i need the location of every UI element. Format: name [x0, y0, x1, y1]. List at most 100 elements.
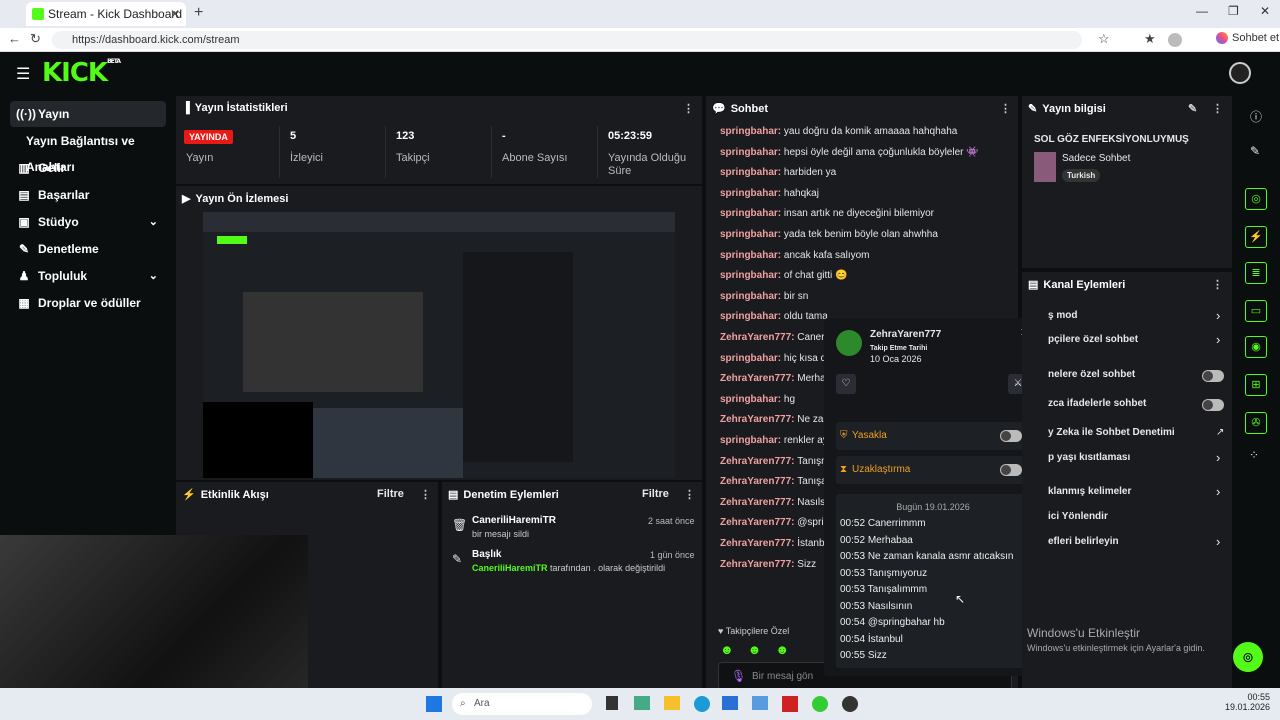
chat-username[interactable]: springbahar	[720, 311, 778, 322]
edit-icon[interactable]: ✎	[1188, 102, 1197, 115]
rail-more-icon[interactable]: ⁘	[1249, 448, 1259, 462]
url-field[interactable]: https://dashboard.kick.com/stream	[52, 31, 1082, 49]
chat-username[interactable]: springbahar	[720, 167, 778, 178]
taskbar-search[interactable]: ⌕ Ara	[452, 693, 592, 715]
chat-username[interactable]: springbahar	[720, 208, 778, 219]
chat-username[interactable]: springbahar	[720, 394, 778, 405]
ban-toggle[interactable]	[1000, 430, 1022, 442]
chat-username[interactable]: springbahar	[720, 291, 778, 302]
channel-action-row[interactable]: ş mod ›	[1048, 308, 1228, 326]
kick-app-icon[interactable]	[812, 696, 828, 712]
emote-bar[interactable]: ☻☻☻	[720, 642, 803, 657]
sidebar-item-drops[interactable]: ▦ Droplar ve ödüller	[10, 290, 166, 316]
maximize-icon[interactable]: ❐	[1228, 4, 1239, 18]
kick-logo[interactable]: KICKBETA	[42, 58, 121, 88]
channel-action-row[interactable]: zca ifadelerle sohbet	[1048, 396, 1228, 414]
channel-action-row[interactable]: efleri belirleyin ›	[1048, 534, 1228, 552]
menu-icon[interactable]: ☰	[16, 64, 30, 84]
rail-store-icon[interactable]: ⊞	[1245, 374, 1267, 396]
microphone-icon[interactable]: 🎙	[731, 669, 746, 683]
user-avatar[interactable]	[1229, 62, 1251, 84]
channel-action-row[interactable]: nelere özel sohbet	[1048, 367, 1228, 385]
channel-action-row[interactable]: klanmış kelimeler ›	[1048, 484, 1228, 502]
sidebar-item-studio[interactable]: ▣ Stüdyo ⌄	[10, 209, 166, 235]
sidebar-item-achievements[interactable]: ▤ Başarılar	[10, 182, 166, 208]
channel-action-row[interactable]: y Zeka ile Sohbet Denetimi ↗	[1048, 425, 1228, 443]
rail-chat-icon[interactable]: ▭	[1245, 300, 1267, 322]
chat-username[interactable]: springbahar	[720, 188, 778, 199]
sidebar-item-revenue[interactable]: ▥ Gelir	[10, 155, 166, 181]
rail-wrench-icon[interactable]: ✇	[1245, 412, 1267, 434]
more-icon[interactable]: ⋮	[420, 488, 431, 501]
chat-username[interactable]: springbahar	[720, 229, 778, 240]
channel-action-row[interactable]: ici Yönlendir	[1048, 509, 1228, 527]
ban-row[interactable]: ⛨ Yasakla	[836, 422, 1030, 450]
chat-username[interactable]: springbahar	[720, 435, 778, 446]
mod-filter-button[interactable]: Filtre	[642, 488, 669, 500]
rail-screen-icon[interactable]: ◎	[1245, 188, 1267, 210]
activity-filter-button[interactable]: Filtre	[377, 488, 404, 500]
chat-username[interactable]: ZehraYaren777	[720, 414, 791, 425]
chat-username[interactable]: springbahar	[720, 250, 778, 261]
new-tab-icon[interactable]: +	[194, 4, 203, 22]
back-icon[interactable]: ←	[8, 31, 21, 46]
mod-action-actor[interactable]: CaneriliHaremiTR	[472, 563, 548, 573]
support-button-icon[interactable]: ⊚	[1233, 642, 1263, 672]
chat-username[interactable]: ZehraYaren777	[720, 538, 791, 549]
more-icon[interactable]: ⋮	[1212, 278, 1223, 291]
favorite-icon[interactable]: ☆	[1098, 31, 1110, 47]
more-icon[interactable]: ⋮	[1212, 102, 1223, 115]
chat-username[interactable]: ZehraYaren777	[720, 497, 791, 508]
window-close-icon[interactable]: ✕	[1260, 4, 1270, 18]
start-icon[interactable]	[426, 696, 442, 712]
timeout-toggle[interactable]	[1000, 464, 1022, 476]
more-icon[interactable]: ⋮	[684, 488, 695, 501]
sidebar-item-stream[interactable]: ((·)) Yayın	[10, 101, 166, 127]
sidebar-item-community[interactable]: ♟ Topluluk ⌄	[10, 263, 166, 289]
chat-username[interactable]: springbahar	[720, 353, 778, 364]
channel-action-row[interactable]: p yaşı kısıtlaması ›	[1048, 450, 1228, 468]
store-icon[interactable]	[722, 696, 738, 710]
chat-username[interactable]: springbahar	[720, 147, 778, 158]
taskview-icon[interactable]	[606, 696, 618, 710]
close-tab-icon[interactable]: ✕	[170, 2, 180, 26]
account-avatar[interactable]	[1168, 33, 1182, 47]
chat-username[interactable]: ZehraYaren777	[720, 456, 791, 467]
copilot-button[interactable]: Sohbet et	[1216, 32, 1279, 45]
sidebar-item-moderation[interactable]: ✎ Denetleme	[10, 236, 166, 262]
widgets-icon[interactable]	[634, 696, 650, 710]
chat-username[interactable]: ZehraYaren777	[720, 332, 791, 343]
chat-username[interactable]: ZehraYaren777	[720, 476, 791, 487]
sidebar-item-stream-key[interactable]: Yayın Bağlantısı ve Anahtarı	[10, 128, 166, 174]
more-icon[interactable]: ⋮	[1000, 102, 1011, 115]
browser-tab[interactable]: Stream - Kick Dashboard ✕	[26, 2, 186, 26]
channel-action-toggle[interactable]	[1202, 370, 1224, 382]
rail-lightning-icon[interactable]: ⚡	[1245, 226, 1267, 248]
chat-username[interactable]: ZehraYaren777	[720, 559, 791, 570]
channel-action-toggle[interactable]	[1202, 399, 1224, 411]
more-icon[interactable]: ⋮	[683, 102, 694, 115]
mcafee-icon[interactable]	[782, 696, 798, 712]
chat-username[interactable]: ZehraYaren777	[720, 373, 791, 384]
rail-broadcast-icon[interactable]: ◉	[1245, 336, 1267, 358]
pencil-icon[interactable]: ✎	[1250, 144, 1260, 158]
info-circle-icon[interactable]: ⓘ	[1250, 108, 1262, 125]
minimize-icon[interactable]: —	[1196, 4, 1208, 18]
channel-action-row[interactable]: pçilere özel sohbet ›	[1048, 332, 1228, 350]
chat-username[interactable]: ZehraYaren777	[720, 517, 791, 528]
edge-icon[interactable]	[694, 696, 710, 712]
timeout-row[interactable]: ⧗ Uzaklaştırma	[836, 456, 1030, 484]
rail-list-icon[interactable]: ≣	[1245, 262, 1267, 284]
chat-username[interactable]: springbahar	[720, 270, 778, 281]
taskbar-clock[interactable]: 00:55 19.01.2026	[1222, 692, 1270, 712]
obs-icon[interactable]	[842, 696, 858, 712]
favorites-list-icon[interactable]: ★	[1144, 31, 1156, 47]
reload-icon[interactable]: ↻	[30, 31, 41, 47]
chat-username[interactable]: springbahar	[720, 126, 778, 137]
user-card-username[interactable]: ZehraYaren777	[870, 329, 941, 340]
heart-icon[interactable]: ♡	[836, 374, 856, 394]
explorer-icon[interactable]	[664, 696, 680, 710]
stream-preview-video[interactable]	[203, 212, 675, 478]
category-name[interactable]: Sadece Sohbet	[1062, 153, 1130, 164]
mail-icon[interactable]	[752, 696, 768, 710]
